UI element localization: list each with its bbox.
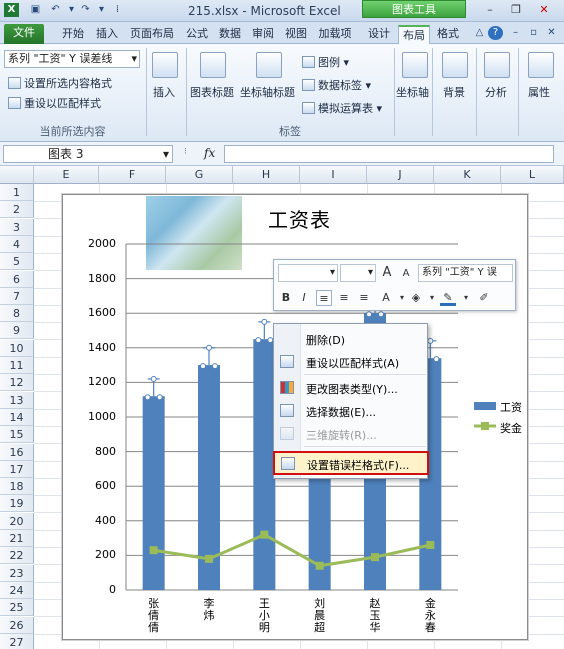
line-marker xyxy=(205,554,213,563)
bar xyxy=(142,396,165,590)
align-right-icon[interactable]: ≡ xyxy=(356,290,372,306)
menu-item-3d-rotation: 三维旋转(R)... xyxy=(274,423,427,445)
menu-item-delete[interactable]: 删除(D) xyxy=(274,328,427,350)
format-icon xyxy=(281,457,295,470)
error-bar-handle xyxy=(261,318,268,325)
menu-item-label: 三维旋转(R)... xyxy=(306,429,377,442)
select-data-icon xyxy=(280,404,294,417)
align-center-icon[interactable]: ≡ xyxy=(336,290,352,306)
align-left-icon[interactable]: ≡ xyxy=(316,290,332,306)
menu-item-label: 选择数据(E)... xyxy=(306,406,377,419)
chevron-down-icon: ▾ xyxy=(329,267,335,278)
chevron-down-icon[interactable]: ▾ xyxy=(458,290,474,306)
error-bar-handle xyxy=(206,344,212,351)
mini-toolbar: ▾ ▾ A A 系列 "工资" Y 误 B I ≡ ≡ ≡ A ▾ ◈ ▾ ✎ … xyxy=(273,259,516,311)
format-painter-icon[interactable]: ✐ xyxy=(476,290,492,306)
legend-swatch-marker xyxy=(481,422,489,430)
error-bar-handle xyxy=(255,337,262,344)
x-tick-label: 李炜 xyxy=(203,597,215,622)
x-tick-label: 金永春 xyxy=(424,597,436,634)
menu-separator xyxy=(304,446,426,447)
error-bar-handle xyxy=(156,394,163,401)
error-bar-handle xyxy=(427,337,434,344)
error-bar-handle xyxy=(200,363,206,370)
legend-label-salary: 工资 xyxy=(500,401,522,414)
outline-color-icon[interactable]: ✎ xyxy=(440,290,456,306)
line-marker xyxy=(426,541,435,550)
x-tick-label: 刘晨超 xyxy=(314,597,326,634)
element-selector[interactable]: 系列 "工资" Y 误 xyxy=(418,264,513,282)
menu-item-reset-style[interactable]: 重设以匹配样式(A) xyxy=(274,351,427,373)
menu-item-format-error-bars[interactable]: 设置错误栏格式(F)... xyxy=(273,451,429,475)
italic-button[interactable]: I xyxy=(296,290,312,306)
error-bar-handle xyxy=(433,356,440,363)
error-bar-handle xyxy=(212,363,218,370)
legend-swatch-bar xyxy=(474,402,496,410)
grow-font-button[interactable]: A xyxy=(379,265,395,281)
menu-separator xyxy=(304,374,426,375)
chart-type-icon xyxy=(280,381,294,394)
line-marker xyxy=(371,553,379,562)
menu-item-label: 重设以匹配样式(A) xyxy=(306,357,400,370)
line-marker xyxy=(149,546,158,555)
element-selector-value: 系列 "工资" Y 误 xyxy=(422,267,497,278)
font-size-field[interactable]: ▾ xyxy=(340,264,376,282)
context-menu: 删除(D) 重设以匹配样式(A) 更改图表类型(Y)... 选择数据(E)...… xyxy=(273,323,429,479)
x-tick-label: 张倩倩 xyxy=(148,597,160,634)
fill-color-icon[interactable]: ◈ xyxy=(408,290,424,306)
series-line xyxy=(153,532,431,568)
font-name-field[interactable]: ▾ xyxy=(278,264,338,282)
menu-item-label: 设置错误栏格式(F)... xyxy=(307,459,410,472)
error-bar-handle xyxy=(378,311,384,318)
chevron-down-icon: ▾ xyxy=(367,267,373,278)
error-bar-handle xyxy=(366,311,372,318)
reset-icon xyxy=(280,355,294,368)
x-tick-label: 赵玉华 xyxy=(369,597,381,634)
chevron-down-icon[interactable]: ▾ xyxy=(424,290,440,306)
shrink-font-button[interactable]: A xyxy=(398,266,414,282)
line-marker xyxy=(315,561,324,570)
x-tick-label: 王小明 xyxy=(258,597,270,634)
menu-item-label: 更改图表类型(Y)... xyxy=(306,383,398,396)
menu-item-select-data[interactable]: 选择数据(E)... xyxy=(274,400,427,422)
error-bar-handle xyxy=(144,394,151,401)
line-marker xyxy=(260,530,269,539)
menu-item-change-chart-type[interactable]: 更改图表类型(Y)... xyxy=(274,377,427,399)
font-color-icon[interactable]: A xyxy=(378,290,394,306)
menu-item-label: 删除(D) xyxy=(306,334,346,347)
rotate-3d-icon xyxy=(280,427,294,440)
error-bar-handle xyxy=(150,375,157,382)
bold-button[interactable]: B xyxy=(278,290,294,306)
legend-label-bonus: 奖金 xyxy=(500,422,522,435)
